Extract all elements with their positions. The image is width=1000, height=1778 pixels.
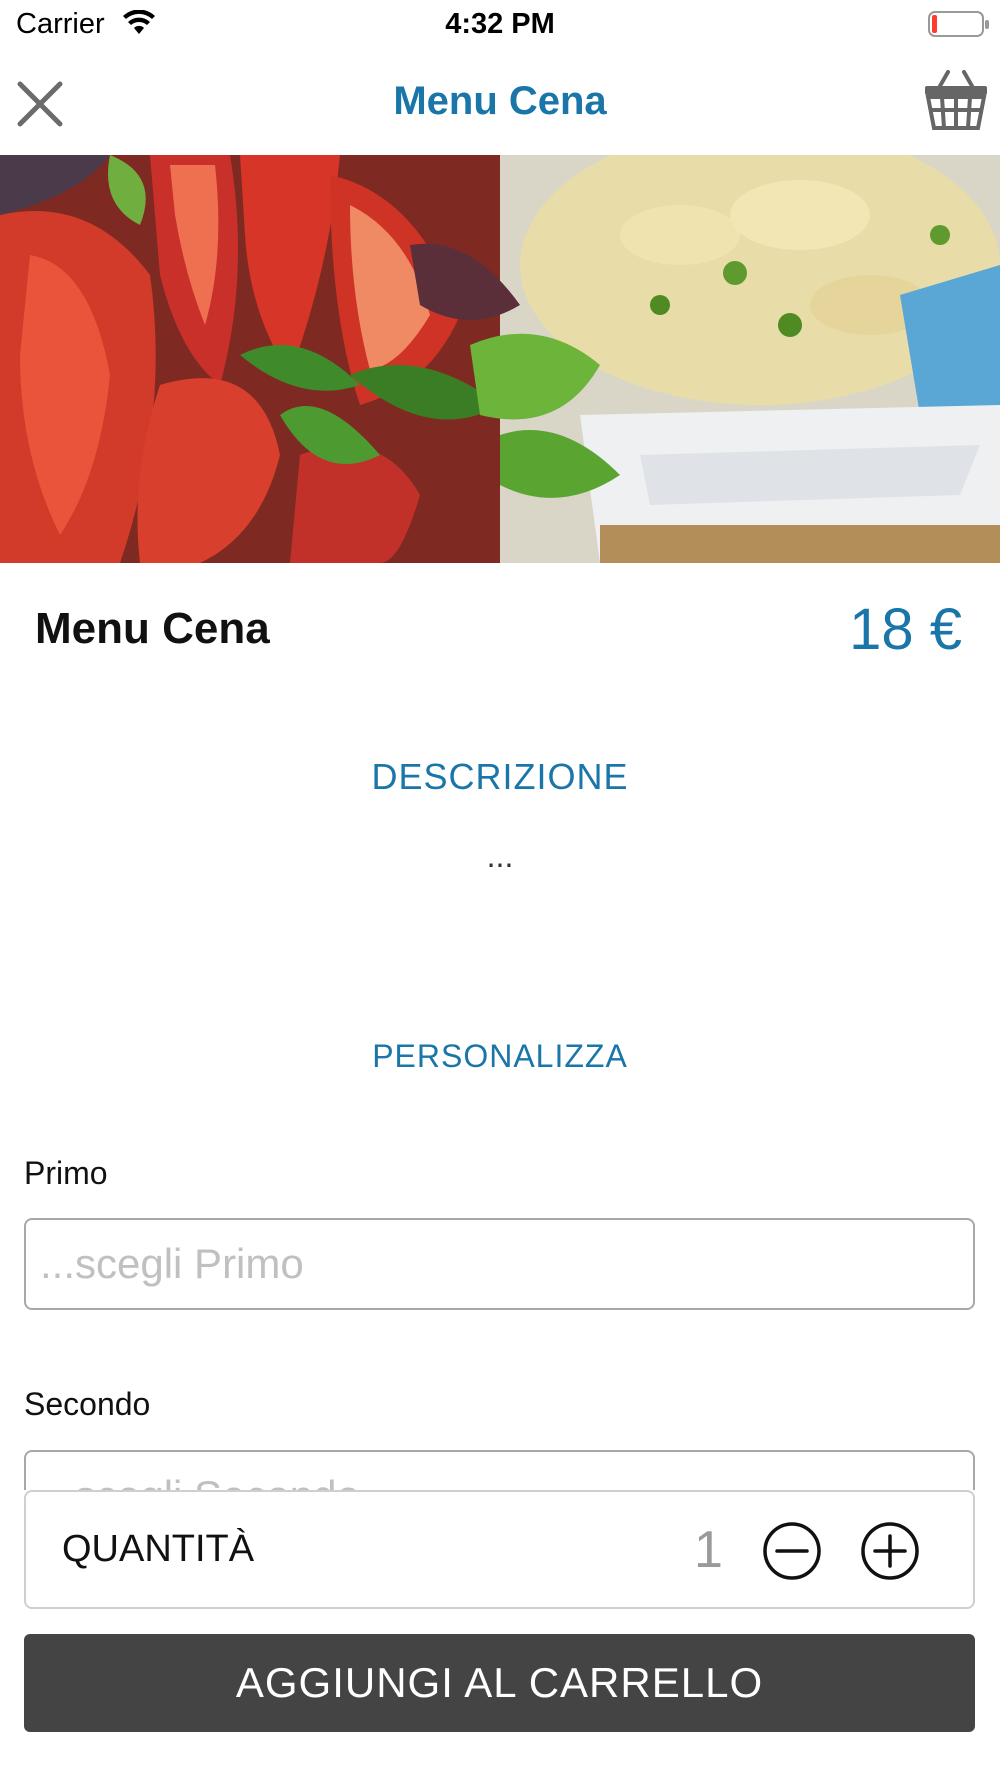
primo-label: Primo [24, 1155, 108, 1191]
cart-button[interactable] [922, 66, 990, 134]
page-title: Menu Cena [393, 79, 607, 123]
decrease-quantity-button[interactable] [762, 1521, 822, 1581]
secondo-select[interactable]: ...scegli Secondo [24, 1450, 975, 1490]
nav-bar: Menu Cena [0, 50, 1000, 155]
status-time: 4:32 PM [445, 8, 555, 40]
basket-icon [925, 70, 987, 130]
primo-select[interactable]: ...scegli Primo [24, 1218, 975, 1310]
add-to-cart-button[interactable]: AGGIUNGI AL CARRELLO [24, 1634, 975, 1732]
description-text: ... [486, 838, 514, 874]
customize-title: PERSONALIZZA [372, 1038, 628, 1074]
status-bar: Carrier 4:32 PM [0, 0, 1000, 50]
description-title: DESCRIZIONE [371, 756, 629, 797]
product-name: Menu Cena [35, 604, 270, 653]
quantity-value: 1 [694, 1521, 723, 1579]
product-image [0, 155, 1000, 563]
secondo-select-clip: ...scegli Secondo [0, 1448, 1000, 1490]
battery-icon [928, 11, 989, 37]
minus-circle-icon [763, 1522, 821, 1580]
quantity-stepper: QUANTITÀ 1 [24, 1490, 975, 1609]
quantity-label: QUANTITÀ [62, 1528, 255, 1570]
plus-circle-icon [861, 1522, 919, 1580]
secondo-label: Secondo [24, 1386, 151, 1422]
product-price: 18 € [849, 597, 962, 662]
increase-quantity-button[interactable] [860, 1521, 920, 1581]
